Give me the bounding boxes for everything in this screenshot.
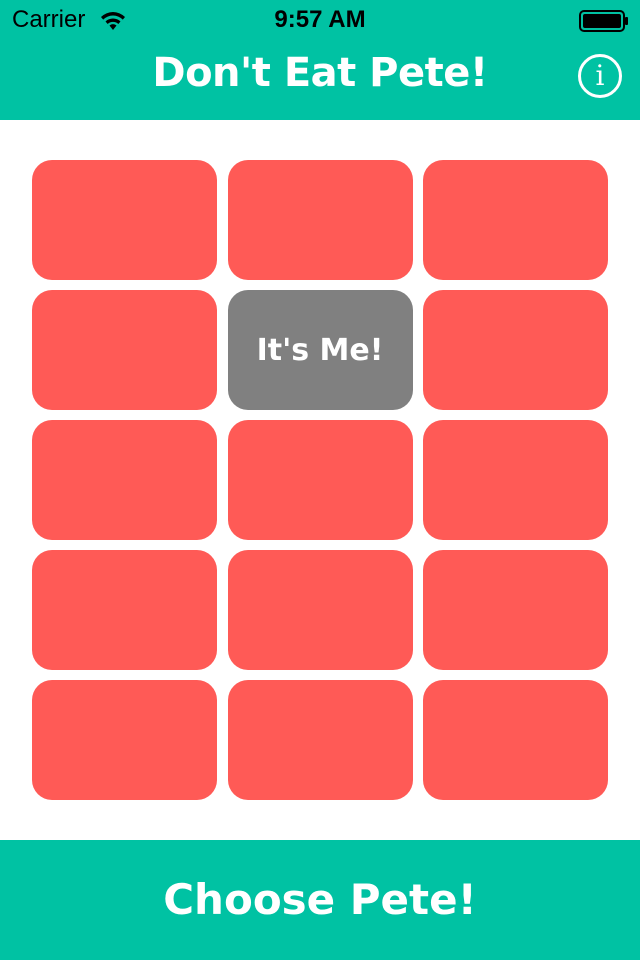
header-bar: Carrier 9:57 AM Don't Eat Pete! i xyxy=(0,0,640,120)
card-tile[interactable] xyxy=(227,420,413,540)
card-tile[interactable] xyxy=(32,290,217,410)
card-tile[interactable] xyxy=(423,160,608,280)
app-title: Don't Eat Pete! xyxy=(152,50,488,96)
card-tile[interactable] xyxy=(32,420,217,540)
card-tile[interactable] xyxy=(32,550,217,670)
card-tile[interactable] xyxy=(227,160,413,280)
card-tile[interactable] xyxy=(423,680,608,800)
card-tile[interactable] xyxy=(32,160,217,280)
status-bar: Carrier 9:57 AM xyxy=(0,0,640,40)
card-tile[interactable] xyxy=(227,680,413,800)
card-revealed[interactable]: It's Me! xyxy=(227,290,413,410)
app-screen: Carrier 9:57 AM Don't Eat Pete! i It's M… xyxy=(0,0,640,960)
battery-full-icon xyxy=(579,10,628,32)
choose-pete-button[interactable]: Choose Pete! xyxy=(0,840,640,960)
clock-time: 9:57 AM xyxy=(274,6,366,33)
card-tile[interactable] xyxy=(32,680,217,800)
info-icon[interactable]: i xyxy=(578,54,622,98)
card-grid: It's Me! xyxy=(32,160,608,800)
card-tile[interactable] xyxy=(423,290,608,410)
card-tile[interactable] xyxy=(227,550,413,670)
card-tile[interactable] xyxy=(423,550,608,670)
card-tile[interactable] xyxy=(423,420,608,540)
